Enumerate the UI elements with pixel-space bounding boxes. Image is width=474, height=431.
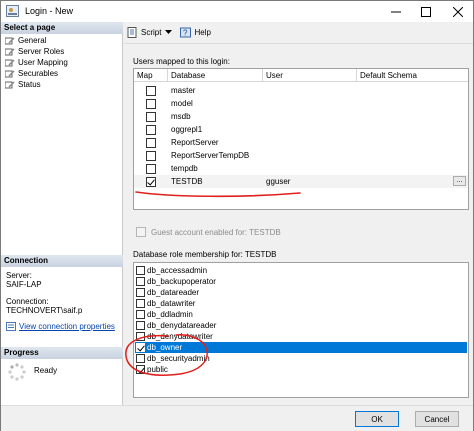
right-pane: Script ? Help Users mapped to this login… bbox=[124, 22, 473, 410]
close-button[interactable] bbox=[443, 1, 473, 22]
login-icon bbox=[6, 5, 19, 17]
maximize-button[interactable] bbox=[411, 1, 441, 22]
guest-account-checkbox-row: Guest account enabled for: TESTDB bbox=[136, 227, 281, 237]
page-wrench-icon bbox=[5, 36, 15, 44]
list-item[interactable]: public bbox=[135, 364, 467, 375]
minimize-button[interactable] bbox=[381, 1, 411, 22]
title-bar: Login - New bbox=[1, 1, 473, 22]
server-info: Server: SAIF-LAP bbox=[6, 271, 42, 289]
table-row[interactable]: ReportServer bbox=[134, 136, 468, 149]
list-item[interactable]: db_denydatareader bbox=[135, 320, 467, 331]
role-checkbox[interactable] bbox=[136, 354, 145, 363]
role-checkbox[interactable] bbox=[136, 266, 145, 275]
connection-info: Connection: TECHNOVERT\saif.p bbox=[6, 297, 83, 315]
role-checkbox[interactable] bbox=[136, 365, 145, 374]
page-wrench-icon bbox=[5, 80, 15, 88]
page-item-status[interactable]: Status bbox=[1, 79, 123, 90]
cancel-button[interactable]: Cancel bbox=[415, 411, 459, 427]
script-button[interactable]: Script bbox=[127, 27, 173, 38]
login-dialog: Login - New Select a page General Server… bbox=[0, 0, 474, 431]
table-row[interactable]: master bbox=[134, 84, 468, 97]
table-row[interactable]: oggrepl1 bbox=[134, 123, 468, 136]
connection-header: Connection bbox=[1, 255, 123, 267]
help-button[interactable]: ? Help bbox=[180, 27, 211, 38]
map-checkbox[interactable] bbox=[146, 111, 156, 122]
minimize-icon bbox=[391, 11, 401, 12]
map-checkbox[interactable] bbox=[146, 176, 156, 187]
map-checkbox[interactable] bbox=[146, 124, 156, 135]
default-schema-browse-button[interactable]: ... bbox=[453, 176, 466, 186]
progress-status: Ready bbox=[34, 366, 58, 375]
svg-text:?: ? bbox=[183, 29, 188, 38]
select-page-header: Select a page bbox=[1, 22, 123, 34]
maximize-icon bbox=[421, 6, 431, 17]
left-pane: Select a page General Server Roles User … bbox=[1, 22, 123, 410]
users-mapped-label: Users mapped to this login: bbox=[133, 57, 230, 66]
page-wrench-icon bbox=[5, 47, 15, 55]
list-item[interactable]: db_denydatawriter bbox=[135, 331, 467, 342]
list-item[interactable]: db_ddladmin bbox=[135, 309, 467, 320]
role-checkbox[interactable] bbox=[136, 288, 145, 297]
list-item[interactable]: db_accessadmin bbox=[135, 265, 467, 276]
list-item[interactable]: db_datawriter bbox=[135, 298, 467, 309]
role-checkbox[interactable] bbox=[136, 343, 145, 352]
column-header-database[interactable]: Database bbox=[168, 69, 263, 82]
column-header-user[interactable]: User bbox=[263, 69, 357, 82]
role-membership-label: Database role membership for: TESTDB bbox=[133, 250, 277, 259]
page-item-general[interactable]: General bbox=[1, 35, 123, 46]
role-checkbox[interactable] bbox=[136, 321, 145, 330]
properties-icon bbox=[6, 322, 16, 331]
list-item[interactable]: db_datareader bbox=[135, 287, 467, 298]
table-row-selected[interactable]: TESTDB gguser ... bbox=[134, 175, 468, 188]
table-row[interactable]: tempdb bbox=[134, 162, 468, 175]
toolbar: Script ? Help bbox=[124, 22, 473, 44]
map-checkbox[interactable] bbox=[146, 85, 156, 96]
progress-spinner-icon bbox=[8, 363, 26, 381]
page-wrench-icon bbox=[5, 69, 15, 77]
close-icon bbox=[453, 6, 463, 17]
progress-header: Progress bbox=[1, 347, 123, 359]
list-item[interactable]: db_backupoperator bbox=[135, 276, 467, 287]
guest-account-label: Guest account enabled for: TESTDB bbox=[151, 227, 281, 237]
ok-button[interactable]: OK bbox=[355, 411, 399, 427]
page-wrench-icon bbox=[5, 58, 15, 66]
table-row[interactable]: msdb bbox=[134, 110, 468, 123]
map-checkbox[interactable] bbox=[146, 163, 156, 174]
guest-account-checkbox[interactable] bbox=[136, 227, 146, 237]
user-mapping-grid: Map Database User Default Schema master … bbox=[133, 68, 469, 210]
help-icon: ? bbox=[180, 27, 192, 38]
table-row[interactable]: ReportServerTempDB bbox=[134, 149, 468, 162]
role-membership-list: db_accessadmin db_backupoperator db_data… bbox=[133, 262, 469, 398]
map-checkbox[interactable] bbox=[146, 98, 156, 109]
map-checkbox[interactable] bbox=[146, 137, 156, 148]
view-connection-properties-link[interactable]: View connection properties bbox=[6, 322, 115, 331]
list-item[interactable]: db_securityadmin bbox=[135, 353, 467, 364]
dialog-footer: OK Cancel bbox=[1, 405, 473, 431]
page-item-user-mapping[interactable]: User Mapping bbox=[1, 57, 123, 68]
page-item-securables[interactable]: Securables bbox=[1, 68, 123, 79]
role-checkbox[interactable] bbox=[136, 299, 145, 308]
column-header-map[interactable]: Map bbox=[134, 69, 168, 82]
grid-header: Map Database User Default Schema bbox=[134, 69, 468, 82]
role-checkbox[interactable] bbox=[136, 310, 145, 319]
column-header-default-schema[interactable]: Default Schema bbox=[357, 69, 468, 82]
role-checkbox[interactable] bbox=[136, 277, 145, 286]
window-title: Login - New bbox=[25, 6, 74, 16]
script-icon bbox=[127, 27, 137, 38]
chevron-down-icon bbox=[165, 30, 173, 34]
page-list: General Server Roles User Mapping Secura… bbox=[1, 35, 123, 90]
list-item-selected[interactable]: db_owner bbox=[135, 342, 467, 353]
role-checkbox[interactable] bbox=[136, 332, 145, 341]
table-row[interactable]: model bbox=[134, 97, 468, 110]
map-checkbox[interactable] bbox=[146, 150, 156, 161]
page-item-server-roles[interactable]: Server Roles bbox=[1, 46, 123, 57]
